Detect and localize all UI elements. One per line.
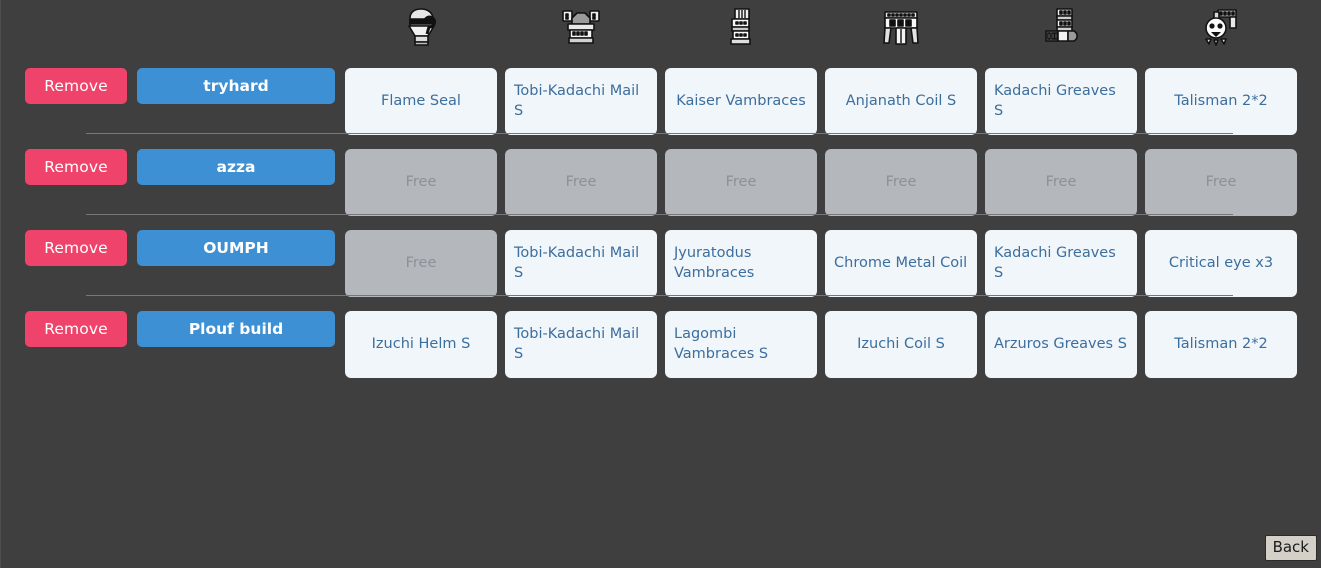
gear-slot[interactable]: Anjanath Coil S: [825, 68, 977, 135]
chest-armor-icon: [562, 9, 600, 44]
build-row: Remove tryhard Flame Seal Tobi-Kadachi Mail…: [1, 68, 1321, 135]
gear-slot[interactable]: Arzuros Greaves S: [985, 311, 1137, 378]
waist-coil-icon: [883, 10, 919, 45]
build-row: Remove OUMPH Free Tobi-Kadachi Mail S Jyurat…: [1, 230, 1321, 297]
gear-slot-free[interactable]: Free: [985, 149, 1137, 216]
build-manager-window: Remove tryhard Flame Seal Tobi-Kadachi Mail…: [0, 0, 1321, 568]
remove-build-button[interactable]: Remove: [25, 149, 127, 185]
row-divider: [86, 295, 1233, 296]
talisman-icon: [1205, 8, 1237, 46]
build-row: Remove Plouf build Izuchi Helm S Tobi-Kadac…: [1, 311, 1321, 378]
gear-slot[interactable]: Jyuratodus Vambraces: [665, 230, 817, 297]
gear-slot[interactable]: Chrome Metal Coil: [825, 230, 977, 297]
gauntlets-icon: [730, 7, 751, 45]
gear-slot[interactable]: Flame Seal: [345, 68, 497, 135]
slot-header-chest: [505, 0, 657, 55]
gear-slot[interactable]: Izuchi Coil S: [825, 311, 977, 378]
remove-build-button[interactable]: Remove: [25, 311, 127, 347]
gear-slot-free[interactable]: Free: [825, 149, 977, 216]
gear-slot[interactable]: Tobi-Kadachi Mail S: [505, 311, 657, 378]
gear-slot[interactable]: Talisman 2*2: [1145, 68, 1297, 135]
gear-slot[interactable]: Kaiser Vambraces: [665, 68, 817, 135]
build-row: Remove azza Free Free Free Free Free Free: [1, 149, 1321, 216]
slot-header-legs: [985, 0, 1137, 55]
gear-slot[interactable]: Talisman 2*2: [1145, 311, 1297, 378]
gear-slot-free[interactable]: Free: [1145, 149, 1297, 216]
slot-header-head: [345, 0, 497, 55]
gear-slot[interactable]: Critical eye x3: [1145, 230, 1297, 297]
build-name-button[interactable]: Plouf build: [137, 311, 335, 347]
gear-slot[interactable]: Kadachi Greaves S: [985, 230, 1137, 297]
slot-header-arms: [665, 0, 817, 55]
gear-slot[interactable]: Lagombi Vambraces S: [665, 311, 817, 378]
gear-slot-free[interactable]: Free: [665, 149, 817, 216]
back-button[interactable]: Back: [1264, 534, 1317, 561]
build-name-button[interactable]: azza: [137, 149, 335, 185]
remove-build-button[interactable]: Remove: [25, 230, 127, 266]
gear-slot[interactable]: Tobi-Kadachi Mail S: [505, 68, 657, 135]
gear-slot-free[interactable]: Free: [505, 149, 657, 216]
build-name-button[interactable]: OUMPH: [137, 230, 335, 266]
slot-icon-header: [1, 0, 1321, 55]
greaves-icon: [1045, 7, 1078, 42]
gear-slot[interactable]: Kadachi Greaves S: [985, 68, 1137, 135]
gear-slot[interactable]: Tobi-Kadachi Mail S: [505, 230, 657, 297]
build-name-button[interactable]: tryhard: [137, 68, 335, 104]
slot-header-talisman: [1145, 0, 1297, 55]
row-divider: [86, 133, 1233, 134]
gear-slot-free[interactable]: Free: [345, 230, 497, 297]
helmet-icon: [408, 7, 437, 46]
gear-slot-free[interactable]: Free: [345, 149, 497, 216]
gear-slot[interactable]: Izuchi Helm S: [345, 311, 497, 378]
remove-build-button[interactable]: Remove: [25, 68, 127, 104]
row-divider: [86, 214, 1233, 215]
slot-header-waist: [825, 0, 977, 55]
